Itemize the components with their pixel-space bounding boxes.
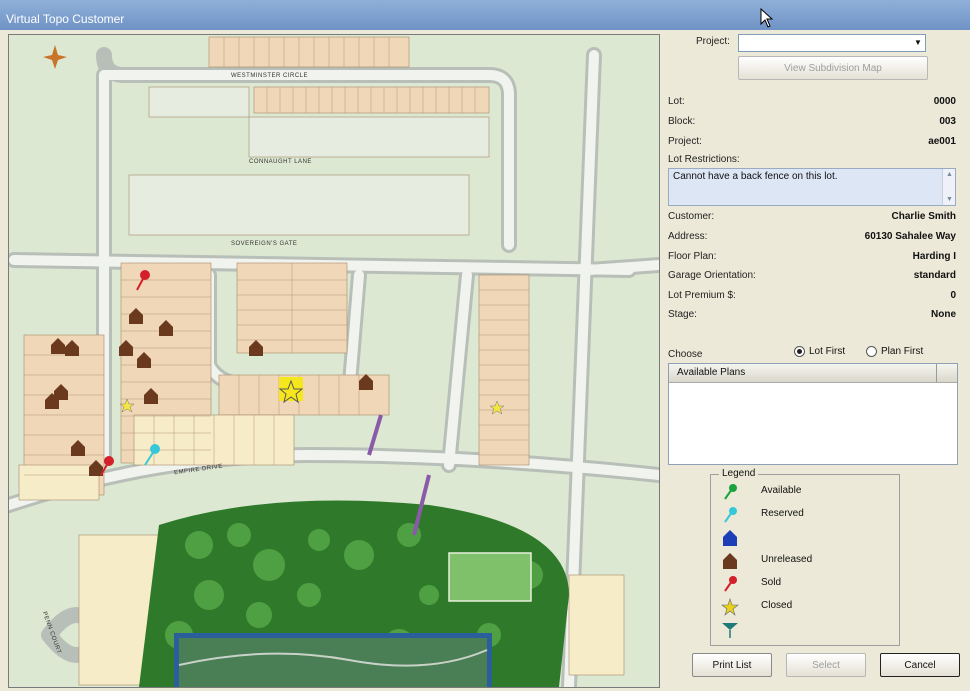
project-dropdown[interactable]: ▼ <box>738 34 926 52</box>
radio-lot-first[interactable]: Lot First <box>794 346 845 357</box>
legend-item-reserved: Reserved <box>721 506 891 524</box>
block-value: 003 <box>939 116 956 127</box>
legend-item-available: Available <box>721 483 891 501</box>
legend-label-closed: Closed <box>761 600 793 611</box>
garage-orientation-label: Garage Orientation: <box>668 270 756 281</box>
radio-plan-first[interactable]: Plan First <box>866 346 923 357</box>
project-field-label: Project: <box>668 136 702 147</box>
subdivision-map[interactable]: WESTMINSTER CIRCLE CONNAUGHT LANE SOVERE… <box>8 34 660 688</box>
lot-restrictions-textarea[interactable]: Cannot have a back fence on this lot. ▲ ▼ <box>668 168 956 206</box>
restrictions-scrollbar[interactable]: ▲ ▼ <box>942 169 955 205</box>
chevron-down-icon[interactable]: ▼ <box>911 35 925 51</box>
street-label-sovereigns: SOVEREIGN'S GATE <box>231 241 298 247</box>
lot-premium-value: 0 <box>950 290 956 301</box>
column-divider <box>936 364 937 382</box>
star-icon <box>721 598 739 616</box>
cyan-pin-icon <box>724 507 737 523</box>
legend-label-sold: Sold <box>761 577 782 588</box>
available-plans-header-label: Available Plans <box>677 367 746 378</box>
legend-item-closed: Closed <box>721 598 891 616</box>
select-button[interactable]: Select <box>786 653 866 677</box>
floor-plan-label: Floor Plan: <box>668 251 717 262</box>
garage-orientation-value: standard <box>913 270 956 281</box>
customer-label: Customer: <box>668 211 715 222</box>
flag-icon <box>722 623 738 638</box>
block-label: Block: <box>668 116 696 127</box>
legend-label-reserved: Reserved <box>761 508 804 519</box>
legend-label-available: Available <box>761 485 802 496</box>
choose-label: Choose <box>668 349 703 360</box>
customer-value: Charlie Smith <box>891 211 956 222</box>
green-pin-icon <box>724 484 737 500</box>
print-list-button[interactable]: Print List <box>692 653 772 677</box>
brown-house-icon <box>723 553 737 569</box>
lot-details-panel: Project: ▼ View Subdivision Map Lot: 000… <box>660 30 970 691</box>
legend-box: Legend Available Reserved Unreleased Sol… <box>710 468 900 646</box>
window-title: Virtual Topo Customer <box>6 12 125 26</box>
legend-item-unreleased: Unreleased <box>721 552 891 570</box>
lot-restrictions-label: Lot Restrictions: <box>668 154 740 165</box>
blue-house-icon <box>723 530 737 546</box>
stage-label: Stage: <box>668 309 697 320</box>
legend-item-flag <box>721 621 891 639</box>
red-pin-icon <box>724 576 737 592</box>
stage-value: None <box>931 309 956 320</box>
lot-value: 0000 <box>933 96 956 107</box>
mouse-cursor-icon <box>760 8 774 28</box>
floor-plan-value: Harding I <box>912 251 956 262</box>
cancel-button[interactable]: Cancel <box>880 653 960 677</box>
map-drawing <box>9 35 659 687</box>
address-value: 60130 Sahalee Way <box>864 231 956 242</box>
legend-item-sold: Sold <box>721 575 891 593</box>
title-bar[interactable]: Virtual Topo Customer <box>0 0 970 30</box>
legend-item-blue-house <box>721 529 891 547</box>
legend-title: Legend <box>719 468 759 479</box>
lot-premium-label: Lot Premium $: <box>668 290 736 301</box>
available-plans-list[interactable]: Available Plans <box>668 363 958 465</box>
view-subdivision-map-button[interactable]: View Subdivision Map <box>738 56 928 80</box>
address-label: Address: <box>668 231 708 242</box>
legend-label-unreleased: Unreleased <box>761 554 813 565</box>
street-label-westminster: WESTMINSTER CIRCLE <box>231 73 309 79</box>
lot-label: Lot: <box>668 96 685 107</box>
radio-lot-first-indicator[interactable] <box>794 346 805 357</box>
app-window: Virtual Topo Customer WESTMINSTER CIRCLE… <box>0 0 970 691</box>
lot-restrictions-text: Cannot have a back fence on this lot. <box>673 171 838 182</box>
radio-plan-first-indicator[interactable] <box>866 346 877 357</box>
street-label-connaught: CONNAUGHT LANE <box>249 159 312 165</box>
project-field-value: ae001 <box>928 136 956 147</box>
radio-lot-first-label: Lot First <box>809 346 846 357</box>
radio-plan-first-label: Plan First <box>881 346 924 357</box>
project-label: Project: <box>696 36 730 47</box>
available-plans-header[interactable]: Available Plans <box>669 364 957 383</box>
